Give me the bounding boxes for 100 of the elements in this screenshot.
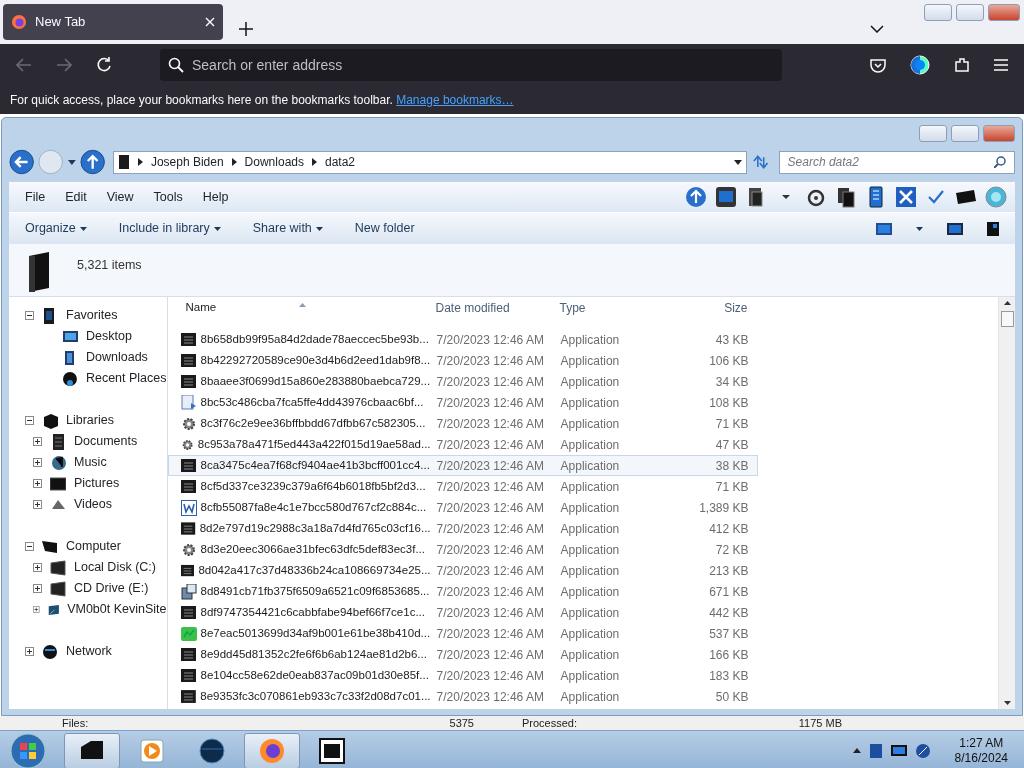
collapse-icon[interactable] <box>25 311 34 320</box>
clock-date[interactable]: 8/16/2024 <box>954 750 1008 766</box>
clock-time[interactable]: 1:27 AM <box>954 735 1008 751</box>
expand-icon[interactable] <box>33 584 42 593</box>
caret-icon[interactable] <box>916 226 923 231</box>
file-row[interactable]: 8df9747354421c6cabbfabe94bef66f7ce1c... 7/20/2023 12:46 AM Application 442 KB <box>167 602 758 623</box>
globe-icon <box>197 736 227 765</box>
command-button[interactable]: Share with <box>244 219 331 238</box>
file-row[interactable]: 8bc53c486cba7fca5ffe4dd43976cbaac6bf... 7/20/2023 12:46 AM Application 108 KB <box>167 392 758 413</box>
column-header[interactable]: Name <box>185 301 217 313</box>
forward-icon[interactable] <box>56 58 72 72</box>
reload-icon[interactable] <box>96 57 112 73</box>
menu-item[interactable]: Edit <box>57 187 95 207</box>
menu-icon[interactable] <box>994 59 1008 71</box>
file-row[interactable]: 8e104cc58e62de0eab837ac09b01d30e85f... 7/20/2023 12:46 AM Application 183 KB <box>167 665 758 686</box>
pocket-icon[interactable] <box>870 57 886 73</box>
menu-item[interactable]: Help <box>194 187 237 207</box>
nav-item[interactable]: Documents <box>74 432 138 451</box>
file-row[interactable]: 8b658db99f95a84d2dade78aeccec5be93b... 7/20/2023 12:46 AM Application 43 KB <box>167 329 758 350</box>
file-row[interactable]: 8d042a417c37d48336b24ca108669734e25... 7/20/2023 12:46 AM Application 213 KB <box>167 560 758 581</box>
file-row[interactable]: 8b42292720589ce90e3d4b6d2eed1dab9f8... 7/20/2023 12:46 AM Application 106 KB <box>167 350 758 371</box>
nav-item[interactable]: Pictures <box>74 474 120 493</box>
manage-bookmarks-link[interactable]: Manage bookmarks… <box>396 93 514 107</box>
nav-item[interactable]: Libraries <box>66 411 114 430</box>
nav-item[interactable]: Recent Places <box>85 369 167 388</box>
scroll-thumb[interactable] <box>1000 311 1014 327</box>
column-header[interactable]: Type <box>559 301 586 315</box>
nav-item[interactable]: Desktop <box>86 327 132 346</box>
copy-icon[interactable] <box>835 186 857 208</box>
expand-icon[interactable] <box>33 479 42 488</box>
close-button[interactable] <box>983 124 1015 142</box>
breadcrumb-item[interactable]: Downloads <box>244 153 304 171</box>
search-field[interactable]: Search data2 <box>778 150 1015 174</box>
collapse-icon[interactable] <box>25 416 34 425</box>
caret-icon[interactable] <box>734 160 743 166</box>
tray-shield-icon[interactable] <box>868 742 883 759</box>
plus-icon[interactable] <box>239 21 253 36</box>
globe-icon[interactable] <box>985 186 1007 208</box>
browser-tab[interactable]: New Tab <box>3 4 223 40</box>
chevron-icon[interactable] <box>870 24 884 33</box>
expand-icon[interactable] <box>33 500 42 509</box>
file-row[interactable]: 8c3f76c2e9ee36bffbbdd67dfbb67c582305... 7/20/2023 12:46 AM Application 71 KB <box>167 413 758 434</box>
expand-icon[interactable] <box>33 458 42 467</box>
expand-icon[interactable] <box>33 605 40 614</box>
file-row[interactable]: 8d3e20eec3066ae31bfec63dfc5def83ec3f... 7/20/2023 12:46 AM Application 72 KB <box>167 539 758 560</box>
nav-item[interactable]: VM0b0t KevinSite <box>67 600 167 619</box>
preview-pane-icon[interactable] <box>947 222 963 235</box>
details-pane-icon[interactable] <box>987 221 999 236</box>
file-row[interactable]: 8cf5d337ce3239c379a6f64b6018fb5bf2d3... 7/20/2023 12:46 AM Application 71 KB <box>167 476 758 497</box>
breadcrumb-item[interactable]: Joseph Biden <box>150 153 224 171</box>
file-row[interactable]: 8c953a78a471f5ed443a422f015d19ae58ad... 7/20/2023 12:46 AM Application 47 KB <box>167 434 758 455</box>
command-button[interactable]: Include in library <box>110 219 229 238</box>
view-icon[interactable] <box>876 222 892 235</box>
expand-icon[interactable] <box>25 647 34 656</box>
nav-item[interactable]: Computer <box>66 537 121 556</box>
close-button[interactable] <box>988 4 1020 21</box>
taskbar-app[interactable] <box>64 732 120 768</box>
address-field[interactable]: Search or enter address <box>160 49 782 81</box>
nav-item[interactable]: Music <box>74 453 107 472</box>
expand-icon[interactable] <box>33 437 42 446</box>
contrast-icon[interactable] <box>910 55 930 75</box>
close-icon[interactable] <box>205 17 215 27</box>
command-button[interactable]: Organize <box>17 219 95 238</box>
scroll-up-icon[interactable] <box>1003 301 1011 305</box>
caret-icon[interactable] <box>67 159 76 165</box>
file-row[interactable]: 8ca3475c4ea7f68cf9404ae41b3bcff001cc4... 7/20/2023 12:46 AM Application 38 KB <box>167 455 758 476</box>
address-bar[interactable]: Joseph Biden Downloads data2 <box>112 150 748 174</box>
file-row[interactable]: 8d2e797d19c2988c3a18a7d4fd765c03cf16... 7/20/2023 12:46 AM Application 412 KB <box>167 518 758 539</box>
expand-icon[interactable] <box>33 563 42 572</box>
nav-item[interactable]: Network <box>66 642 112 661</box>
column-header[interactable]: Size <box>724 301 748 315</box>
tray-monitor-icon[interactable] <box>890 743 907 758</box>
scroll-down-icon[interactable] <box>1003 701 1011 705</box>
file-row[interactable]: 8e9353fc3c070861eb933c7c33f2d08d7c01... 7/20/2023 12:46 AM Application 50 KB <box>167 686 758 707</box>
file-row[interactable]: 8cfb55087fa8e4c1e7bcc580d767cf2c884c... 7/20/2023 12:46 AM Application 1,389 KB <box>167 497 758 518</box>
menu-item[interactable]: View <box>98 187 142 207</box>
nav-item[interactable]: Local Disk (C:) <box>74 558 156 577</box>
file-row[interactable]: 8baaee3f0699d15a860e283880baebca729... 7/20/2023 12:46 AM Application 34 KB <box>167 371 758 392</box>
nav-item[interactable]: CD Drive (E:) <box>74 579 149 598</box>
file-row[interactable]: 8e7eac5013699d34af9b001e61be38b410d... 7/20/2023 12:46 AM Application 537 KB <box>167 623 758 644</box>
collapse-icon[interactable] <box>25 542 34 551</box>
nav-item[interactable]: Favorites <box>66 306 118 325</box>
tray-arrow-icon[interactable] <box>852 748 861 753</box>
refresh-icon[interactable] <box>751 153 771 171</box>
column-header[interactable]: Date modified <box>435 301 510 315</box>
menu-item[interactable]: File <box>17 187 54 207</box>
close-icon[interactable] <box>895 186 917 208</box>
nav-item[interactable]: Videos <box>74 495 112 514</box>
file-row[interactable]: 8e9dd45d81352c2fe6f6b6ab124ae81d2b6... 7/20/2023 12:46 AM Application 166 KB <box>167 644 758 665</box>
menu-item[interactable]: Tools <box>145 187 191 207</box>
command-button[interactable]: New folder <box>346 219 423 238</box>
up-icon[interactable] <box>79 149 105 175</box>
tray-network-icon[interactable] <box>914 742 931 759</box>
puzzle-icon[interactable] <box>954 57 970 73</box>
file-row[interactable]: 8d8491cb71fb375f6509a6521c09f6853685... 7/20/2023 12:46 AM Application 671 KB <box>167 581 758 602</box>
nav-item[interactable]: Downloads <box>86 348 148 367</box>
breadcrumb-item[interactable]: data2 <box>325 153 355 171</box>
scrollbar[interactable] <box>998 297 1015 709</box>
back-icon[interactable] <box>9 149 35 175</box>
start-button[interactable] <box>8 731 48 768</box>
